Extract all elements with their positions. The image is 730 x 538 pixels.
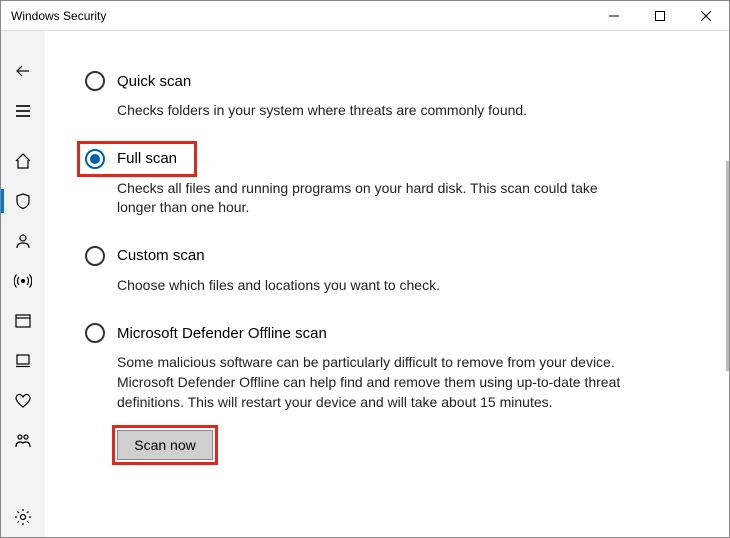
- option-custom-scan: Custom scan Choose which files and locat…: [85, 246, 699, 296]
- window-title: Windows Security: [11, 9, 106, 23]
- option-label: Microsoft Defender Offline scan: [117, 325, 327, 342]
- heart-icon: [14, 392, 32, 410]
- content-area: Quick scan Checks folders in your system…: [45, 31, 729, 537]
- window-controls: [591, 1, 729, 31]
- gear-icon: [14, 508, 32, 526]
- menu-button[interactable]: [1, 91, 45, 131]
- sidebar-item-health[interactable]: [1, 381, 45, 421]
- option-label: Custom scan: [117, 247, 205, 264]
- sidebar-item-device[interactable]: [1, 341, 45, 381]
- close-button[interactable]: [683, 1, 729, 31]
- option-full-scan: Full scan Checks all files and running p…: [85, 149, 699, 218]
- maximize-button[interactable]: [637, 1, 683, 31]
- window-security: Windows Security: [0, 0, 730, 538]
- radio-offline-scan[interactable]: Microsoft Defender Offline scan: [85, 323, 699, 343]
- back-button[interactable]: [1, 51, 45, 91]
- network-icon: [14, 272, 32, 290]
- sidebar-item-family[interactable]: [1, 421, 45, 461]
- option-offline-scan: Microsoft Defender Offline scan Some mal…: [85, 323, 699, 412]
- radio-custom-scan[interactable]: Custom scan: [85, 246, 699, 266]
- scan-now-label: Scan now: [134, 437, 195, 453]
- sidebar-item-account[interactable]: [1, 221, 45, 261]
- sidebar-item-settings[interactable]: [1, 497, 45, 537]
- person-icon: [14, 232, 32, 250]
- family-icon: [14, 432, 32, 450]
- sidebar-item-appbrowser[interactable]: [1, 301, 45, 341]
- titlebar: Windows Security: [1, 1, 729, 31]
- minimize-icon: [609, 11, 619, 21]
- minimize-button[interactable]: [591, 1, 637, 31]
- option-description: Choose which files and locations you wan…: [117, 276, 637, 296]
- option-label: Quick scan: [117, 73, 191, 90]
- radio-icon: [85, 71, 105, 91]
- radio-full-scan[interactable]: Full scan: [85, 149, 699, 169]
- home-icon: [14, 152, 32, 170]
- sidebar: [1, 31, 45, 537]
- option-description: Checks folders in your system where thre…: [117, 101, 637, 121]
- radio-icon-selected: [85, 149, 105, 169]
- radio-icon: [85, 246, 105, 266]
- option-description: Checks all files and running programs on…: [117, 179, 637, 218]
- hamburger-icon: [14, 102, 32, 120]
- maximize-icon: [655, 11, 665, 21]
- radio-quick-scan[interactable]: Quick scan: [85, 71, 699, 91]
- scan-now-row: Scan now: [117, 430, 213, 460]
- body: Quick scan Checks folders in your system…: [1, 31, 729, 537]
- sidebar-item-home[interactable]: [1, 141, 45, 181]
- back-arrow-icon: [14, 62, 32, 80]
- radio-icon: [85, 323, 105, 343]
- app-browser-icon: [14, 312, 32, 330]
- device-icon: [14, 352, 32, 370]
- shield-icon: [14, 192, 32, 210]
- close-icon: [701, 11, 711, 21]
- scrollbar[interactable]: [726, 161, 729, 371]
- option-quick-scan: Quick scan Checks folders in your system…: [85, 71, 699, 121]
- sidebar-item-firewall[interactable]: [1, 261, 45, 301]
- option-description: Some malicious software can be particula…: [117, 353, 637, 412]
- sidebar-item-protection[interactable]: [1, 181, 45, 221]
- option-label: Full scan: [117, 150, 177, 167]
- scan-now-button[interactable]: Scan now: [117, 430, 213, 460]
